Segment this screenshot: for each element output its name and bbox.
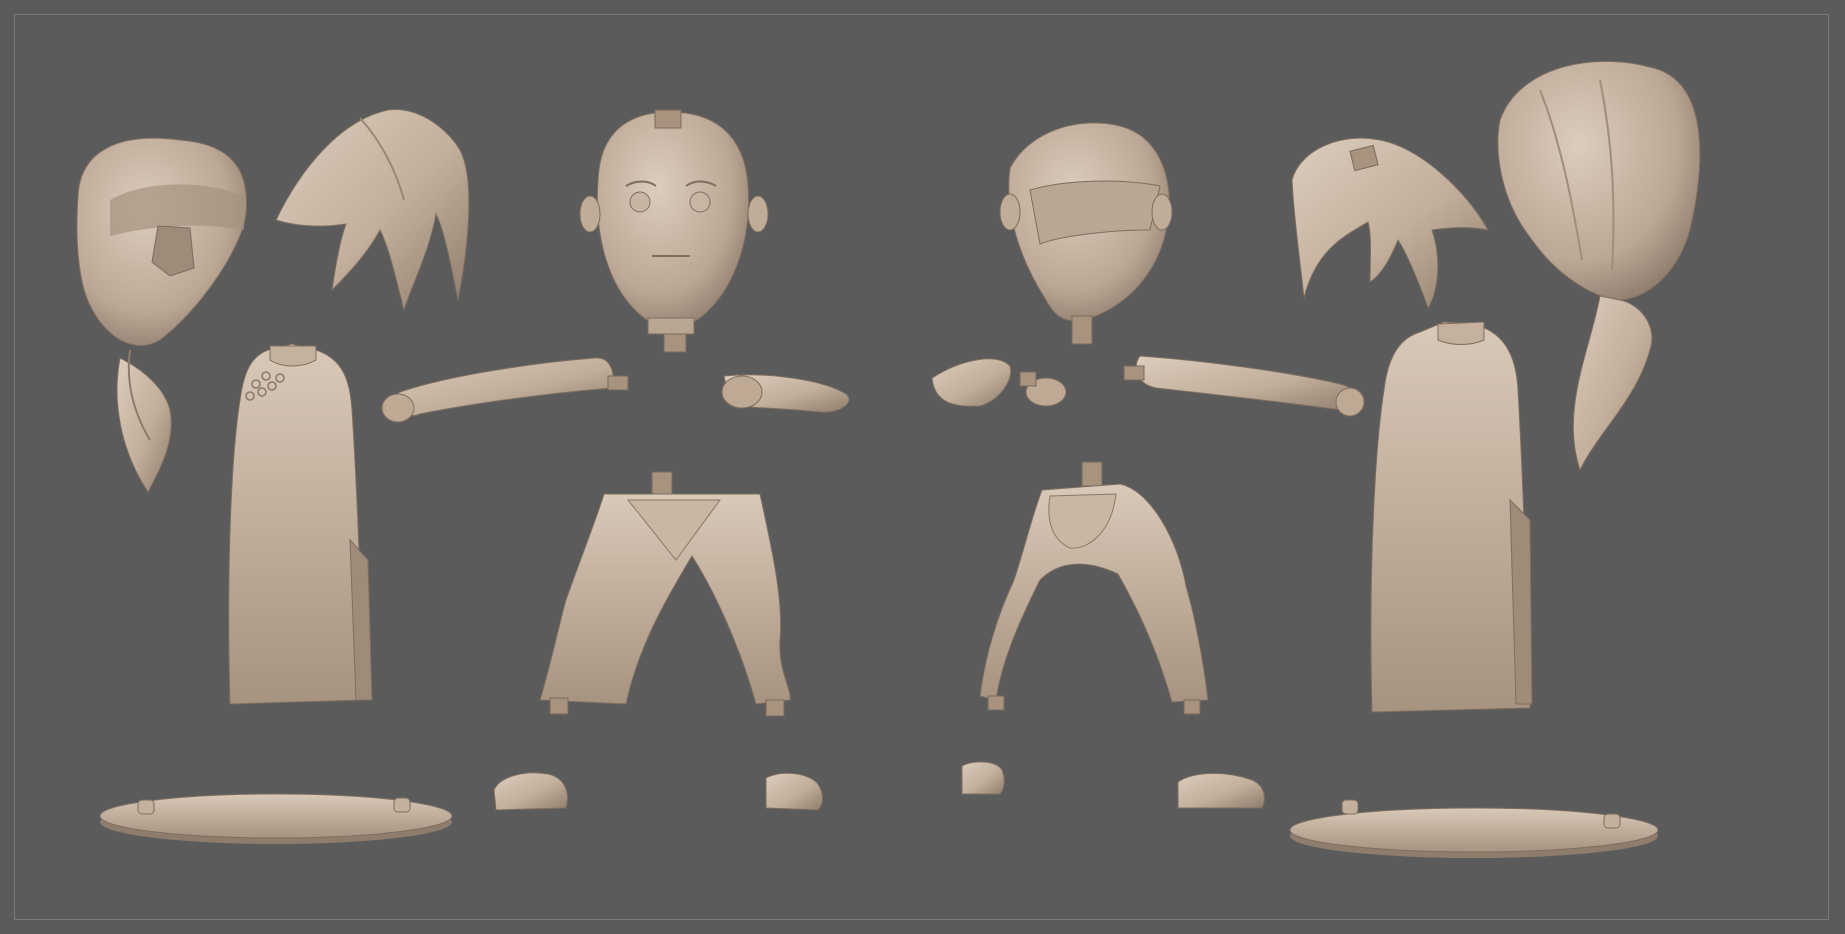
hair-ponytail-left: [275, 109, 470, 312]
dress-front: [228, 343, 373, 705]
dress-back: [1370, 321, 1533, 713]
3d-viewport: [0, 0, 1845, 934]
arms: [381, 355, 1365, 423]
hair-long-right: [1497, 60, 1701, 472]
head-front: [579, 109, 769, 353]
hair-back-bun-left: [76, 137, 248, 493]
bases: [99, 793, 1659, 858]
shoes: [493, 761, 1265, 811]
legs-front: [539, 471, 791, 717]
head-back: [999, 122, 1173, 345]
sculpt-scene: [76, 60, 1701, 858]
legs-back: [979, 461, 1209, 715]
hair-ponytail-right: [1291, 137, 1489, 310]
